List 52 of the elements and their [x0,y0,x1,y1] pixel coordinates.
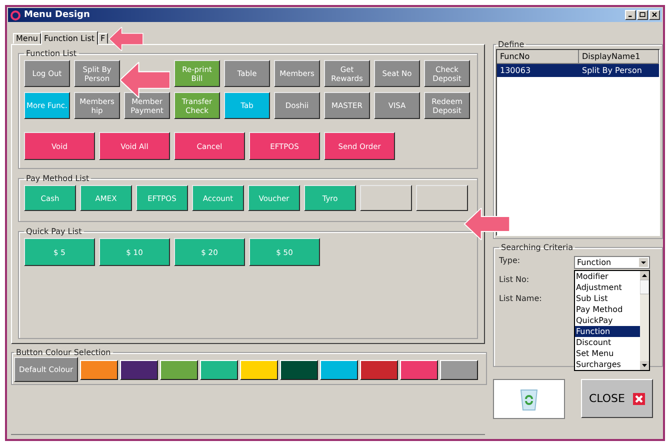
colour-swatch[interactable] [280,360,318,380]
column-header[interactable]: FuncNo [497,50,579,63]
tab[interactable]: Menu [13,33,41,44]
group-title: Button Colour Selection [15,348,112,357]
colour-swatch[interactable] [200,360,238,380]
window-title: Menu Design [24,10,90,20]
recycle-bin-icon [519,387,539,411]
field-label: List No: [499,275,530,284]
colour-swatch[interactable] [360,360,398,380]
colour-swatch[interactable] [240,360,278,380]
list-cell-text: 130063 [499,66,532,75]
caret-icon [639,258,648,267]
recycle-bin-button[interactable] [493,379,565,419]
dropdown-option[interactable]: Surcharges [575,359,640,370]
colour-swatch[interactable] [120,360,158,380]
field-label: List Name: [499,294,542,303]
dropdown-option[interactable]: Adjustment [575,282,640,293]
close-icon[interactable] [649,10,660,20]
dropdown-option[interactable]: Pay Method [575,304,640,315]
minimize-icon[interactable] [625,10,636,20]
colour-swatch[interactable] [440,360,478,380]
tab[interactable]: F [98,33,108,44]
group-title: Quick Pay List [25,227,83,236]
tab[interactable]: Function List [40,31,98,45]
app-ring-icon [10,10,21,20]
colour-swatch[interactable] [400,360,438,380]
close-button[interactable]: CLOSE [581,379,653,418]
list-row[interactable]: 130063 Split By Person [497,64,659,77]
colour-swatch[interactable] [160,360,198,380]
dropdown-option[interactable]: Set Menu [575,348,640,359]
group-title: Function List [25,49,78,58]
column-header[interactable]: DisplayName1 [579,50,659,63]
type-dropdown[interactable]: Function [574,256,650,269]
dropdown-option[interactable]: Discount [575,337,640,348]
callout-arrow [120,62,170,98]
scrollbar[interactable] [640,271,649,370]
field-label: Type: [499,256,520,265]
colour-swatch[interactable] [320,360,358,380]
dropdown-option[interactable]: QuickPay [575,315,640,326]
empty-slot-button[interactable] [360,185,412,211]
dropdown-option[interactable]: Function [575,326,640,337]
group-title: Define [497,40,526,49]
dropdown-option[interactable]: Sub List [575,293,640,304]
maximize-icon[interactable] [637,10,648,20]
empty-slot-button[interactable] [416,185,468,211]
define-list[interactable]: FuncNo DisplayName1 130063 Split By Person [496,49,660,236]
close-icon [633,392,645,404]
colour-swatch[interactable] [80,360,118,380]
group-title: Searching Criteria [500,243,574,252]
dropdown-option[interactable]: Modifier [575,271,640,282]
group-title: Pay Method List [25,174,90,183]
list-cell-text: Split By Person [581,66,643,75]
